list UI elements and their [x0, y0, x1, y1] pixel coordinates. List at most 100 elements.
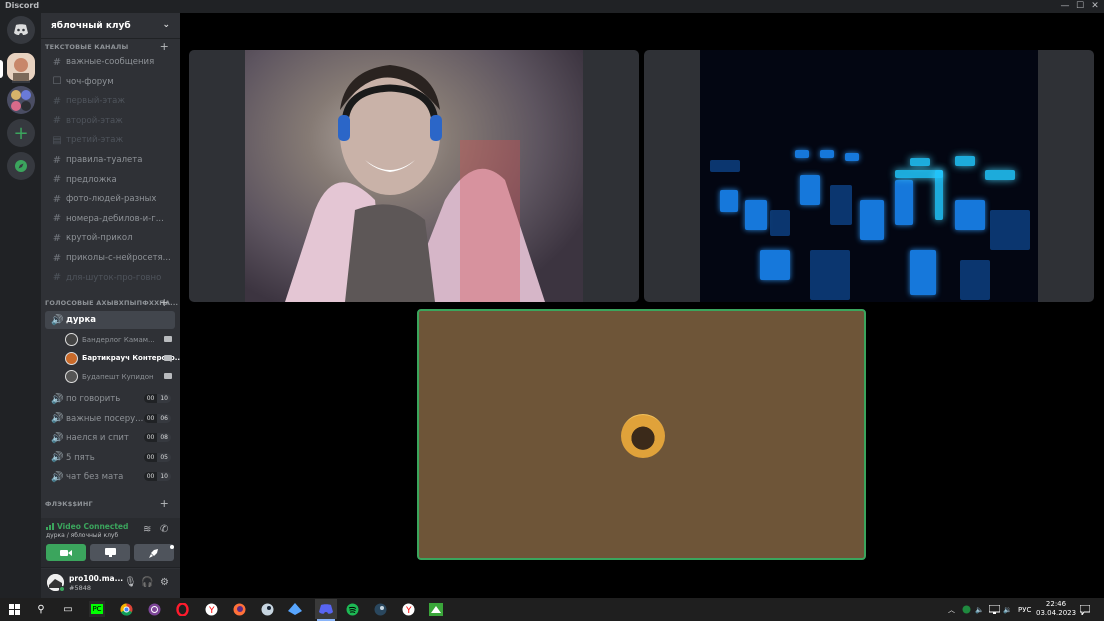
create-channel-button[interactable]: + [160, 497, 169, 510]
badge-count: 00 [143, 394, 158, 403]
headphones-icon[interactable]: 🎧 [141, 577, 153, 588]
activity-button[interactable] [134, 544, 174, 561]
text-channel[interactable]: ▤ третий-этаж [45, 131, 175, 149]
camera-icon [164, 354, 172, 361]
microphone-icon[interactable]: 🎙 [124, 577, 137, 588]
text-channel[interactable]: # предложка [45, 171, 175, 189]
text-channel[interactable]: # правила-туалета [45, 151, 175, 169]
voice-channel[interactable]: 🔊 5 пять 00 05 [45, 449, 175, 467]
guild-header[interactable]: яблочный клуб ⌄ [41, 13, 180, 39]
channel-name: по говорить [66, 394, 121, 404]
minimize-button[interactable]: — [1058, 0, 1072, 13]
connection-status[interactable]: Video Connected [57, 522, 128, 531]
channel-hash-icon: # [52, 272, 62, 284]
category-flex[interactable]: ФЛЭК$$ИНГ + [45, 497, 175, 510]
start-button[interactable] [6, 601, 22, 617]
video-tile-1[interactable] [189, 50, 639, 302]
speaker-icon[interactable]: 🔈 [975, 598, 984, 621]
text-channel[interactable]: # приколы-с-нейросетя... [45, 249, 175, 267]
video-tile-2[interactable] [644, 50, 1094, 302]
tor-icon[interactable] [146, 601, 162, 617]
voice-participant[interactable]: Бандерлог Камам... [65, 331, 175, 348]
category-text-channels[interactable]: ТЕКСТОВЫЕ КАНАЛЫ + [45, 40, 175, 53]
channel-hash-icon: # [52, 252, 62, 264]
username[interactable]: pro100.ma... [69, 574, 123, 583]
svg-text:Y: Y [208, 606, 215, 616]
close-button[interactable]: ✕ [1088, 0, 1102, 13]
channel-name: предложка [66, 174, 117, 185]
category-label: ГОЛОСОВЫЕ АХЫВХПЫПФХХПА... [45, 299, 179, 307]
badge-count: 00 [143, 433, 158, 443]
noise-suppression-icon[interactable]: ≋ [143, 524, 151, 535]
add-server-button[interactable]: + [7, 119, 35, 147]
opera-icon[interactable] [174, 601, 190, 617]
files-icon[interactable] [287, 601, 303, 617]
network-icon[interactable] [989, 598, 1000, 621]
firefox-icon[interactable] [231, 601, 247, 617]
text-channel[interactable]: # номера-дебилов-и-г... [45, 210, 175, 228]
voice-channel[interactable]: 🔊 наелся и спит 00 08 [45, 429, 175, 447]
keyboard-key [800, 175, 820, 205]
category-voice-channels[interactable]: ГОЛОСОВЫЕ АХЫВХПЫПФХХПА... + [45, 296, 179, 309]
video-tile-3-speaking[interactable] [417, 309, 866, 560]
user-limit-badge: 00 05 [143, 452, 171, 462]
tray-chevron-icon[interactable]: ︿ [948, 598, 955, 621]
rocket-icon [149, 548, 158, 558]
channel-name: крутой-прикол [66, 233, 133, 244]
voice-channel-active[interactable]: 🔊 дурка [45, 311, 175, 329]
screen-share-button[interactable] [90, 544, 130, 561]
create-channel-button[interactable]: + [160, 40, 169, 53]
user-limit-badge: 00 10 [143, 394, 171, 403]
keyboard-key [960, 260, 990, 300]
text-channel[interactable]: # первый-этаж [45, 92, 175, 110]
volume-icon[interactable]: 🔉 [1003, 598, 1012, 621]
gear-icon[interactable]: ⚙ [160, 577, 169, 588]
pycharm-icon[interactable]: PC [89, 601, 105, 617]
task-view-icon[interactable]: ▭ [60, 601, 76, 617]
game-launcher-icon[interactable] [428, 601, 444, 617]
keyboard-key [720, 190, 738, 212]
badge-count: 00 [143, 472, 158, 482]
explore-servers-button[interactable] [7, 152, 35, 180]
text-channel[interactable]: # крутой-прикол [45, 229, 175, 247]
spotify-icon[interactable] [344, 601, 360, 617]
server-icon-group[interactable] [7, 86, 35, 114]
voice-participant[interactable]: Будапешт Купидон [65, 368, 175, 385]
language-indicator[interactable]: РУС [1018, 598, 1031, 621]
channel-hash-icon: # [52, 213, 62, 225]
yandex-icon-2[interactable]: Y [400, 601, 416, 617]
text-channel[interactable]: # важные-сообщения [45, 53, 175, 71]
notifications-icon[interactable] [1080, 598, 1090, 621]
keyboard-key [990, 210, 1030, 250]
keyboard-key [745, 200, 767, 230]
discord-taskbar-icon[interactable] [315, 599, 337, 619]
voice-channel[interactable]: 🔊 по говорить 00 10 [45, 390, 175, 408]
keyboard-key [985, 170, 1015, 180]
tray-app-icon[interactable] [962, 598, 971, 621]
text-channel[interactable]: ☐ чоч-форум [45, 73, 175, 91]
participant-avatar[interactable] [621, 414, 665, 458]
home-button[interactable] [7, 16, 35, 44]
steam-icon[interactable] [259, 601, 275, 617]
yandex-icon[interactable]: Y [203, 601, 219, 617]
disconnect-icon[interactable]: ✆ [160, 524, 168, 535]
steam-icon-2[interactable] [372, 601, 388, 617]
text-channel[interactable]: # для-шуток-про-говно [45, 269, 175, 287]
badge-limit: 10 [157, 394, 171, 403]
text-channel[interactable]: # фото-людей-разных [45, 190, 175, 208]
chrome-icon[interactable] [118, 601, 134, 617]
keyboard-key [845, 153, 859, 161]
search-icon[interactable]: ⚲ [33, 601, 49, 617]
maximize-button[interactable]: ☐ [1073, 0, 1087, 13]
voice-channel[interactable]: 🔊 важные посеру... 00 06 [45, 410, 175, 428]
camera-button[interactable] [46, 544, 86, 561]
app-title: Discord [5, 1, 40, 10]
channel-name: важные посеру... [66, 413, 144, 424]
create-channel-button[interactable]: + [160, 296, 169, 309]
server-icon-active[interactable] [7, 53, 35, 81]
voice-participant[interactable]: Бартикрауч Контерстр... [65, 350, 183, 367]
text-channel[interactable]: # второй-этаж [45, 112, 175, 130]
voice-channel[interactable]: 🔊 чат без мата 00 10 [45, 468, 175, 486]
clock[interactable]: 22:46 03.04.2023 [1036, 600, 1076, 618]
channel-hash-icon: ▤ [52, 134, 62, 146]
